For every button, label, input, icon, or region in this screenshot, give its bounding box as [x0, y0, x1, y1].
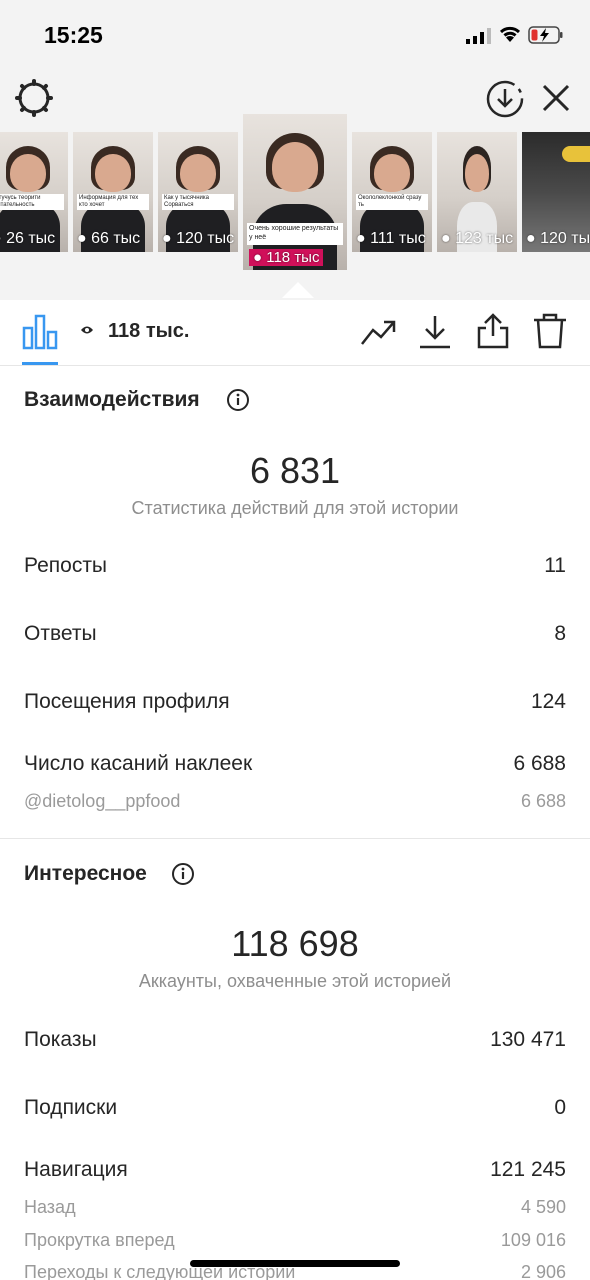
- row-label-reposts: Репосты: [24, 554, 108, 577]
- row-label-replies: Ответы: [24, 622, 97, 645]
- row-label-sticker-taps: Число касаний наклеек: [24, 752, 253, 775]
- cellular-signal-icon: [466, 28, 491, 44]
- story-views: ● 111 тыс: [356, 230, 426, 247]
- story-views: ● 118 тыс: [249, 249, 324, 266]
- row-value-replies: 8: [554, 622, 566, 645]
- discovery-total: 118 698: [231, 923, 359, 964]
- share-icon[interactable]: [476, 312, 510, 350]
- story-caption: Очень хорошие результаты у неё: [247, 223, 343, 246]
- row-value-follows: 0: [554, 1096, 566, 1119]
- story-caption: Окололеклонкой сразу ть: [356, 194, 428, 211]
- story-thumbnail-selected[interactable]: Очень хорошие результаты у неё ● 118 тыс: [243, 114, 347, 270]
- interactions-title: Взаимодействия: [24, 388, 200, 411]
- wifi-icon: [499, 26, 521, 42]
- story-views: ● 66 тыс: [77, 230, 141, 247]
- row-value-navigation: 121 245: [490, 1158, 566, 1181]
- discovery-subtitle: Аккаунты, охваченные этой историей: [138, 971, 452, 991]
- settings-gear-icon[interactable]: [14, 78, 54, 118]
- row-label-follows: Подписки: [24, 1096, 118, 1119]
- home-indicator[interactable]: [190, 1260, 400, 1267]
- row-value-forward: 109 016: [500, 1230, 566, 1250]
- selected-story-pointer: [282, 282, 314, 298]
- story-header: Отучусь теорити питательность ● 26 тыс И…: [0, 70, 590, 300]
- story-views: ● 120 тыс: [162, 230, 235, 247]
- views-count: 118 тыс.: [108, 320, 190, 342]
- close-icon[interactable]: [538, 80, 574, 116]
- interactions-total: 6 831: [249, 450, 341, 491]
- active-tab-indicator: [22, 362, 58, 365]
- battery-charging-icon: [528, 26, 563, 44]
- status-time: 15:25: [44, 22, 103, 48]
- row-label-back: Назад: [24, 1197, 76, 1217]
- story-views: ● 26 тыс: [0, 230, 56, 247]
- sticker-mention-value: 6 688: [520, 791, 566, 811]
- story-views: ● 123 тыс: [441, 230, 514, 247]
- row-value-sticker-taps: 6 688: [513, 752, 566, 775]
- story-thumbnail[interactable]: Информация для тех кто хочет ● 66 тыс: [73, 132, 153, 252]
- row-value-reposts: 11: [544, 554, 566, 577]
- row-value-next-story: 2 906: [520, 1262, 566, 1280]
- promote-trend-icon[interactable]: [360, 316, 398, 350]
- story-thumbnail[interactable]: ● 123 тыс: [437, 132, 517, 252]
- save-story-icon[interactable]: [484, 78, 526, 120]
- story-thumbnail[interactable]: Окололеклонкой сразу ть ● 111 тыс: [352, 132, 432, 252]
- eye-icon: [81, 326, 93, 334]
- story-toolbar: 118 тыс.: [0, 300, 590, 366]
- download-icon[interactable]: [418, 314, 452, 350]
- story-thumbnail[interactable]: ● 120 тыс: [522, 132, 590, 252]
- trash-icon[interactable]: [532, 312, 568, 350]
- story-thumbnail[interactable]: Как у тысячника Сорваться ● 120 тыс: [158, 132, 238, 252]
- story-views: ● 120 тыс: [526, 230, 590, 247]
- info-icon[interactable]: [171, 862, 195, 886]
- row-value-impressions: 130 471: [490, 1028, 566, 1051]
- row-label-profile-visits: Посещения профиля: [24, 690, 230, 713]
- row-label-impressions: Показы: [24, 1028, 97, 1051]
- row-label-forward: Прокрутка вперед: [24, 1230, 175, 1250]
- section-divider: [0, 838, 590, 839]
- info-icon[interactable]: [226, 388, 250, 412]
- row-value-profile-visits: 124: [530, 690, 566, 713]
- story-caption: Отучусь теорити питательность: [0, 194, 64, 211]
- discovery-title: Интересное: [24, 862, 147, 885]
- story-thumbnail-strip[interactable]: Отучусь теорити питательность ● 26 тыс И…: [0, 114, 590, 282]
- status-bar: 15:25: [0, 0, 590, 70]
- row-value-back: 4 590: [520, 1197, 566, 1217]
- sticker-mention-label: @dietolog__ppfood: [24, 791, 181, 811]
- story-caption: Как у тысячника Сорваться: [162, 194, 234, 211]
- row-label-navigation: Навигация: [24, 1158, 128, 1181]
- interactions-subtitle: Статистика действий для этой истории: [131, 498, 459, 518]
- bar-chart-icon[interactable]: [22, 314, 58, 350]
- story-caption: Информация для тех кто хочет: [77, 194, 149, 211]
- story-thumbnail[interactable]: Отучусь теорити питательность ● 26 тыс: [0, 132, 68, 252]
